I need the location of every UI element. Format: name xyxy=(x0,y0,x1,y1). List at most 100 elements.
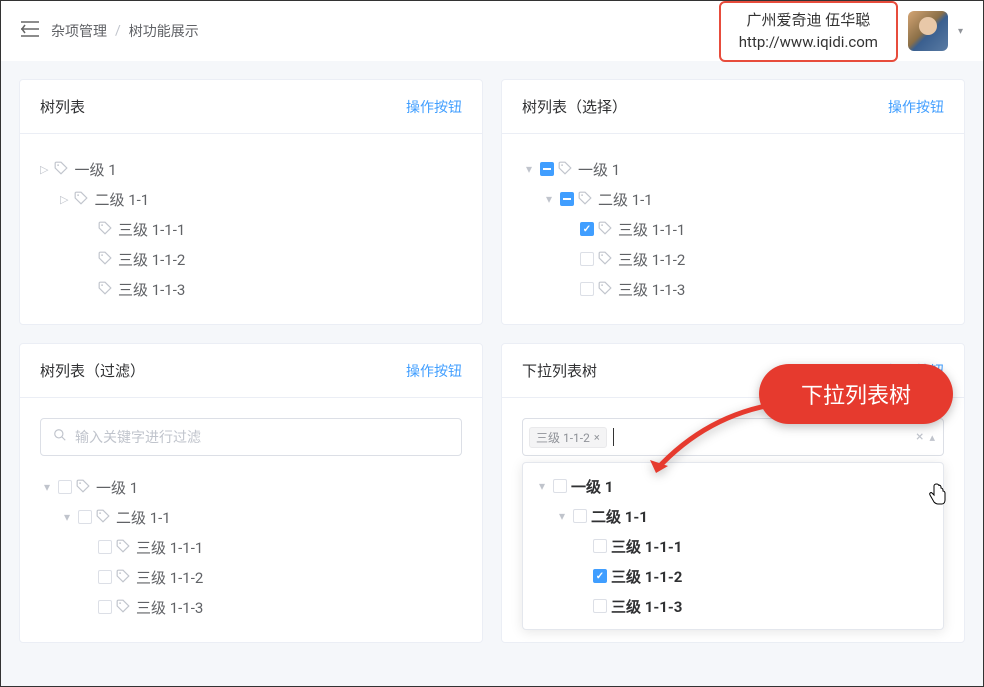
callout-annotation: 下拉列表树 xyxy=(759,364,953,424)
tree-node[interactable]: 一级 1 xyxy=(40,154,462,184)
tag-icon xyxy=(598,251,614,267)
tree-node[interactable]: 三级 1-1-2 xyxy=(80,562,462,592)
author-url: http://www.iqidi.com xyxy=(739,31,878,54)
tree: 一级 1 二级 1-1 三级 1-1-1 xyxy=(40,472,462,622)
tree-node[interactable]: 三级 1-1-1 xyxy=(80,214,462,244)
tree-label[interactable]: 三级 1-1-3 xyxy=(618,279,685,300)
tree-label[interactable]: 三级 1-1-2 xyxy=(611,566,682,587)
checkbox[interactable] xyxy=(98,600,112,614)
action-button[interactable]: 操作按钮 xyxy=(406,361,462,381)
card-header: 树列表 操作按钮 xyxy=(20,80,482,134)
caret-up-icon[interactable]: ▴ xyxy=(929,431,935,444)
tree-node[interactable]: 一级 1 xyxy=(522,154,944,184)
tree-node[interactable]: 三级 1-1-3 xyxy=(80,274,462,304)
tree: 一级 1 二级 1-1 三级 1-1-1 xyxy=(40,154,462,304)
tree-node[interactable]: 三级 1-1-1 xyxy=(80,532,462,562)
text-cursor xyxy=(613,428,614,446)
checkbox[interactable] xyxy=(58,480,72,494)
tree-node[interactable]: 三级 1-1-2 xyxy=(80,244,462,274)
filter-input[interactable]: 输入关键字进行过滤 xyxy=(40,418,462,456)
tree-label[interactable]: 三级 1-1-1 xyxy=(611,536,682,557)
tree-label[interactable]: 二级 1-1 xyxy=(598,189,653,210)
tag-icon xyxy=(98,251,114,267)
checkbox[interactable] xyxy=(553,479,567,493)
card-body: 一级 1 二级 1-1 三级 1-1-1 xyxy=(20,134,482,324)
checkbox[interactable] xyxy=(580,222,594,236)
tree-label[interactable]: 三级 1-1-2 xyxy=(618,249,685,270)
expand-icon[interactable] xyxy=(542,192,556,206)
tree-node[interactable]: 二级 1-1 xyxy=(60,184,462,214)
header: 杂项管理 / 树功能展示 广州爱奇迪 伍华聪 http://www.iqidi.… xyxy=(1,1,983,61)
avatar[interactable] xyxy=(908,11,948,51)
checkbox[interactable] xyxy=(593,569,607,583)
tree-node[interactable]: 三级 1-1-3 xyxy=(567,591,939,621)
tag-close-icon[interactable]: × xyxy=(594,431,600,444)
tag-icon xyxy=(578,191,594,207)
checkbox[interactable] xyxy=(580,252,594,266)
tree-node[interactable]: 三级 1-1-3 xyxy=(562,274,944,304)
tree-label[interactable]: 一级 1 xyxy=(74,159,116,180)
checkbox[interactable] xyxy=(593,539,607,553)
hand-cursor-icon xyxy=(927,483,947,510)
checkbox[interactable] xyxy=(580,282,594,296)
dropdown-panel: 一级 1 二级 1-1 三级 1-1-1 xyxy=(522,462,944,630)
expand-icon[interactable] xyxy=(535,479,549,493)
card-body: 输入关键字进行过滤 一级 1 二级 1-1 xyxy=(20,398,482,642)
tag-icon xyxy=(116,599,132,615)
breadcrumb-item[interactable]: 杂项管理 xyxy=(51,21,107,41)
expand-icon[interactable] xyxy=(522,162,536,176)
tree-label[interactable]: 三级 1-1-3 xyxy=(611,596,682,617)
tree-node[interactable]: 二级 1-1 xyxy=(547,501,939,531)
tree-node[interactable]: 三级 1-1-1 xyxy=(567,531,939,561)
tree-node[interactable]: 三级 1-1-1 xyxy=(562,214,944,244)
checkbox[interactable] xyxy=(540,162,554,176)
tree-label[interactable]: 三级 1-1-1 xyxy=(136,537,203,558)
tag-icon xyxy=(76,479,92,495)
tree-label[interactable]: 三级 1-1-3 xyxy=(136,597,203,618)
card-title: 树列表 xyxy=(40,96,85,117)
expand-icon[interactable] xyxy=(60,510,74,524)
tree-node[interactable]: 三级 1-1-3 xyxy=(80,592,462,622)
breadcrumb-item[interactable]: 树功能展示 xyxy=(129,21,199,41)
tag-icon xyxy=(96,509,112,525)
tree-label[interactable]: 三级 1-1-1 xyxy=(618,219,685,240)
tag-icon xyxy=(598,221,614,237)
tree-label[interactable]: 一级 1 xyxy=(578,159,620,180)
tree-label[interactable]: 三级 1-1-1 xyxy=(118,219,185,240)
tree-label[interactable]: 二级 1-1 xyxy=(591,506,648,527)
checkbox[interactable] xyxy=(573,509,587,523)
checkbox[interactable] xyxy=(78,510,92,524)
checkbox[interactable] xyxy=(98,540,112,554)
tree-label[interactable]: 二级 1-1 xyxy=(116,507,171,528)
author-box: 广州爱奇迪 伍华聪 http://www.iqidi.com xyxy=(719,1,898,62)
menu-toggle-icon[interactable] xyxy=(21,21,39,42)
tree-node[interactable]: 二级 1-1 xyxy=(60,502,462,532)
tree-node[interactable]: 二级 1-1 xyxy=(542,184,944,214)
action-button[interactable]: 操作按钮 xyxy=(888,97,944,117)
card-title: 树列表（选择） xyxy=(522,96,627,117)
tree-node[interactable]: 三级 1-1-2 xyxy=(562,244,944,274)
action-button[interactable]: 操作按钮 xyxy=(406,97,462,117)
tree-label[interactable]: 三级 1-1-3 xyxy=(118,279,185,300)
header-left: 杂项管理 / 树功能展示 xyxy=(21,21,199,42)
main-grid: 树列表 操作按钮 一级 1 二级 1-1 xyxy=(1,61,983,661)
checkbox[interactable] xyxy=(560,192,574,206)
checkbox[interactable] xyxy=(98,570,112,584)
tree-node[interactable]: 一级 1 xyxy=(40,472,462,502)
tree-label[interactable]: 一级 1 xyxy=(96,477,138,498)
checkbox[interactable] xyxy=(593,599,607,613)
tree-label[interactable]: 三级 1-1-2 xyxy=(118,249,185,270)
tag-icon xyxy=(54,161,70,177)
expand-icon[interactable] xyxy=(40,480,54,494)
tree-label[interactable]: 三级 1-1-2 xyxy=(136,567,203,588)
card-header: 树列表（选择） 操作按钮 xyxy=(502,80,964,134)
expand-icon[interactable] xyxy=(555,509,569,523)
tree-node[interactable]: 三级 1-1-2 xyxy=(567,561,939,591)
card-tree-select: 树列表（选择） 操作按钮 一级 1 二级 1-1 xyxy=(501,79,965,325)
tree-label[interactable]: 二级 1-1 xyxy=(94,189,149,210)
user-dropdown-caret-icon[interactable]: ▾ xyxy=(958,26,963,37)
clear-icon[interactable]: × xyxy=(916,429,923,445)
select-controls: × ▴ xyxy=(916,429,935,445)
tag-icon xyxy=(98,281,114,297)
tree-label[interactable]: 一级 1 xyxy=(571,476,613,497)
